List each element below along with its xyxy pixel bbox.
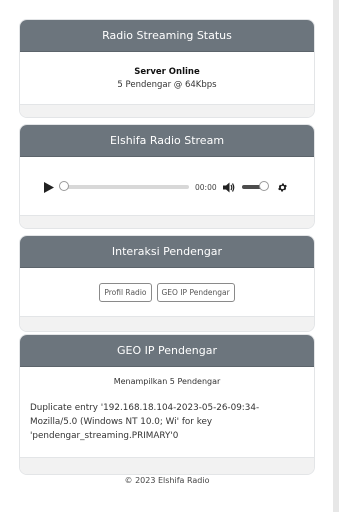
audio-player: 00:00 (42, 179, 300, 195)
time-display: 00:00 (195, 182, 217, 192)
interaction-card: Interaksi Pendengar Profil Radio GEO IP … (19, 235, 315, 332)
volume-thumb[interactable] (259, 181, 269, 191)
volume-icon (223, 182, 235, 192)
gear-icon (278, 182, 287, 192)
geo-card-body: Menampilkan 5 Pendengar Duplicate entry … (20, 367, 314, 457)
play-button[interactable] (42, 180, 56, 194)
listener-count-text: Menampilkan 5 Pendengar (113, 377, 221, 386)
status-card-footer (20, 104, 314, 117)
status-card: Radio Streaming Status Server Online 5 P… (19, 19, 315, 118)
geo-card-header: GEO IP Pendengar (20, 335, 314, 367)
copyright-footer: © 2023 Elshifa Radio (124, 476, 210, 485)
interaction-card-footer (20, 316, 314, 331)
status-card-header: Radio Streaming Status (20, 20, 314, 52)
volume-button[interactable] (223, 181, 235, 193)
geo-card-footer (20, 457, 314, 474)
stream-card-footer (20, 215, 314, 228)
stream-card: Elshifa Radio Stream 00:00 (19, 124, 315, 229)
profil-radio-button[interactable]: Profil Radio (99, 282, 152, 302)
seek-bar[interactable] (59, 181, 189, 191)
server-status-title: Server Online (134, 67, 200, 77)
listener-bitrate-detail: 5 Pendengar @ 64Kbps (117, 80, 217, 90)
play-icon (44, 181, 54, 193)
seek-thumb[interactable] (59, 181, 69, 191)
scrollbar[interactable] (333, 0, 339, 512)
settings-button[interactable] (277, 181, 289, 193)
page: Radio Streaming Status Server Online 5 P… (0, 0, 333, 512)
geo-card: GEO IP Pendengar Menampilkan 5 Pendengar… (19, 334, 315, 475)
geo-ip-pendengar-button[interactable]: GEO IP Pendengar (156, 282, 235, 302)
stream-card-header: Elshifa Radio Stream (20, 125, 314, 157)
stream-card-body: 00:00 (20, 157, 314, 215)
interaction-card-header: Interaksi Pendengar (20, 236, 314, 268)
status-card-body: Server Online 5 Pendengar @ 64Kbps (20, 52, 314, 104)
volume-slider[interactable] (242, 181, 269, 191)
error-message: Duplicate entry '192.168.18.104-2023-05-… (30, 403, 260, 441)
interaction-card-body: Profil Radio GEO IP Pendengar (20, 268, 314, 316)
